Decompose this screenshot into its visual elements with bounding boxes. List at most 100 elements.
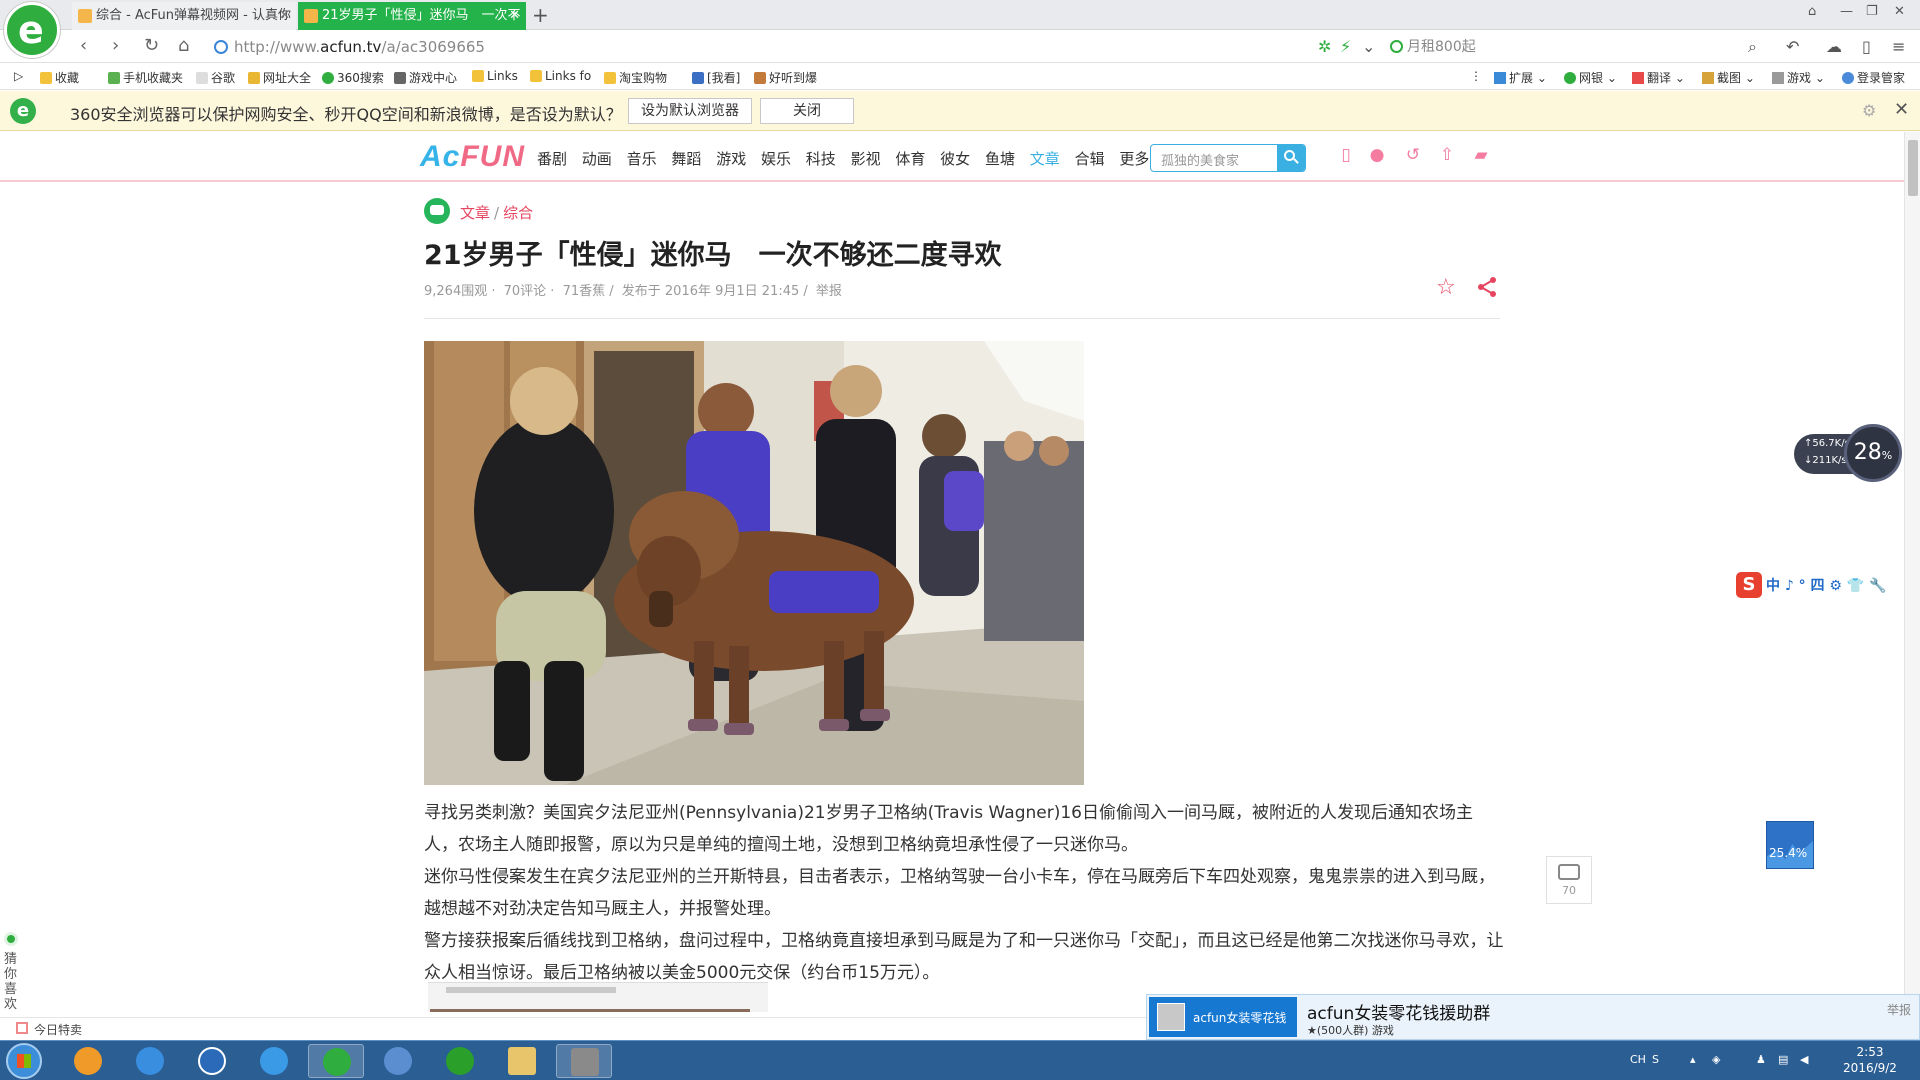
site-search-button[interactable]: [1277, 145, 1305, 171]
acfun-logo[interactable]: AcFUN: [420, 140, 525, 174]
menu-icon[interactable]: ≡: [1892, 37, 1905, 56]
taskbar-app[interactable]: [246, 1044, 302, 1078]
undo-icon[interactable]: ↶: [1786, 37, 1799, 56]
bookmark-item[interactable]: 好听到爆: [754, 69, 817, 86]
article-photo[interactable]: [424, 341, 1084, 785]
recommend-sidebar-tab[interactable]: 猜你喜欢: [4, 932, 26, 1012]
new-tab-button[interactable]: +: [532, 2, 549, 28]
dropdown-chevron-icon[interactable]: ⌄: [1362, 37, 1375, 56]
daily-deals-label[interactable]: 今日特卖: [34, 1021, 82, 1038]
tab-close-icon[interactable]: ✕: [509, 2, 520, 30]
clock[interactable]: 2:53 2016/9/2: [1832, 1044, 1908, 1076]
bookmark-item[interactable]: [我看]: [692, 69, 740, 86]
qq-group-popup[interactable]: acfun女装零花钱 acfun女装零花钱援助群 ★(500人群) 游戏 举报: [1146, 994, 1920, 1040]
nav-item-more[interactable]: 更多: [1119, 150, 1149, 168]
share-icon[interactable]: [1476, 276, 1498, 298]
screenshot-button[interactable]: 截图 ⌄: [1702, 69, 1755, 86]
360-browser-logo-icon[interactable]: e: [4, 2, 60, 58]
nav-item-articles[interactable]: 文章: [1030, 150, 1060, 168]
bookmark-item[interactable]: 360搜索: [322, 69, 384, 86]
more-bookmarks-icon[interactable]: ⋮: [1470, 69, 1482, 83]
upload-icon[interactable]: ⇧: [1438, 146, 1456, 164]
comment-count[interactable]: 70评论 ·: [504, 284, 555, 299]
taskbar-app-qq[interactable]: [556, 1044, 612, 1078]
nav-item-sports[interactable]: 体育: [895, 150, 925, 168]
nav-item-entertainment[interactable]: 娱乐: [761, 150, 791, 168]
report-link[interactable]: 举报: [816, 284, 842, 299]
tab-close-icon[interactable]: ✕: [279, 2, 290, 30]
taskbar-app[interactable]: [370, 1044, 426, 1078]
cloud-icon[interactable]: ☁: [1826, 37, 1842, 56]
sogou-ime-toolbar[interactable]: S中 ♪ ° 四 ⚙ 👕 🔧: [1736, 572, 1887, 600]
security-shield-icon[interactable]: ✲: [1318, 37, 1331, 56]
breadcrumb-articles[interactable]: 文章: [460, 204, 490, 222]
site-search-box[interactable]: 孤独的美食家: [1150, 144, 1306, 172]
history-icon[interactable]: ↺: [1404, 146, 1422, 164]
extension-button[interactable]: 扩展 ⌄: [1494, 69, 1547, 86]
lightning-icon[interactable]: ⚡: [1340, 37, 1351, 56]
taskbar-app[interactable]: [494, 1044, 550, 1078]
tray-expand-icon[interactable]: ▴: [1690, 1053, 1696, 1066]
nav-item-fanju[interactable]: 番剧: [537, 150, 567, 168]
gear-icon[interactable]: ⚙: [1862, 101, 1876, 120]
search-icon[interactable]: ⌕: [1748, 37, 1757, 57]
notice-close-button[interactable]: 关闭: [760, 98, 854, 124]
breadcrumb-general[interactable]: 综合: [503, 204, 533, 222]
taskbar-app[interactable]: [60, 1044, 116, 1078]
minimize-icon[interactable]: —: [1840, 4, 1853, 19]
network-icon[interactable]: ▤: [1778, 1053, 1788, 1066]
bookmark-toggle-icon[interactable]: ▷: [14, 69, 23, 83]
user-icon[interactable]: ●: [1368, 146, 1386, 164]
comment-float-button[interactable]: 70: [1546, 856, 1592, 904]
games-button[interactable]: 游戏 ⌄: [1772, 69, 1825, 86]
bookmark-item[interactable]: 网址大全: [248, 69, 311, 86]
start-button[interactable]: [6, 1043, 42, 1079]
set-default-browser-button[interactable]: 设为默认浏览器: [628, 98, 752, 124]
url-input[interactable]: http://www.acfun.tv/a/ac3069665: [210, 35, 1350, 59]
bookmark-item[interactable]: 谷歌: [196, 69, 235, 86]
phone-icon[interactable]: ▯: [1862, 37, 1871, 56]
network-speed-widget[interactable]: ↑56.7K/s ↓211K/s 28%: [1794, 424, 1902, 482]
group-report-link[interactable]: 举报: [1887, 1001, 1911, 1018]
bookmark-item[interactable]: Links: [472, 69, 518, 83]
forward-icon[interactable]: ›: [112, 35, 119, 56]
nav-item-games[interactable]: 游戏: [716, 150, 746, 168]
bank-button[interactable]: 网银 ⌄: [1564, 69, 1617, 86]
login-manager-button[interactable]: 登录管家: [1842, 69, 1905, 86]
translate-button[interactable]: 翻译 ⌄: [1632, 69, 1685, 86]
nav-item-fishpond[interactable]: 鱼塘: [985, 150, 1015, 168]
taskbar-app[interactable]: [184, 1044, 240, 1078]
nav-item-animation[interactable]: 动画: [582, 150, 612, 168]
bookmark-item[interactable]: 淘宝购物: [604, 69, 667, 86]
taskbar-app[interactable]: [122, 1044, 178, 1078]
favorite-star-icon[interactable]: ☆: [1436, 275, 1456, 300]
bookmark-item[interactable]: Links fo: [530, 69, 591, 83]
bookmark-item[interactable]: 手机收藏夹: [108, 69, 183, 86]
tab-article[interactable]: 21岁男子「性侵」迷你马 一次不 ✕: [298, 2, 526, 30]
taskbar-app-360-browser[interactable]: [308, 1044, 364, 1078]
scrollbar-thumb[interactable]: [1908, 140, 1918, 196]
nav-item-collections[interactable]: 合辑: [1075, 150, 1105, 168]
tray-lang[interactable]: CH: [1630, 1053, 1646, 1066]
search-input[interactable]: 月租800起: [1390, 35, 1770, 59]
bookmark-item[interactable]: 游戏中心: [394, 69, 457, 86]
qq-tray-icon[interactable]: ♟: [1756, 1053, 1766, 1066]
shirt-skin-icon[interactable]: ⌂: [1808, 4, 1816, 19]
nav-item-music[interactable]: 音乐: [627, 150, 657, 168]
mobile-icon[interactable]: ▯: [1337, 146, 1355, 164]
nav-item-dance[interactable]: 舞蹈: [671, 150, 701, 168]
close-window-icon[interactable]: ✕: [1894, 4, 1905, 19]
vertical-scrollbar[interactable]: [1904, 132, 1920, 1017]
bookmark-item[interactable]: 收藏: [40, 69, 79, 86]
volume-icon[interactable]: ◀: [1800, 1053, 1808, 1066]
sogou-tray-icon[interactable]: S: [1652, 1053, 1659, 1066]
restore-icon[interactable]: ❐: [1866, 4, 1878, 19]
shield-icon[interactable]: ◈: [1712, 1053, 1720, 1066]
qq-group-tab[interactable]: acfun女装零花钱: [1149, 997, 1297, 1037]
nav-item-film[interactable]: 影视: [851, 150, 881, 168]
nav-item-kanojo[interactable]: 彼女: [940, 150, 970, 168]
cpu-usage-widget[interactable]: 25.4%: [1766, 821, 1814, 869]
taskbar-app[interactable]: [432, 1044, 488, 1078]
tab-acfun-home[interactable]: 综合 - AcFun弹幕视频网 - 认真你 ✕: [72, 2, 296, 30]
close-icon[interactable]: ✕: [1894, 99, 1909, 120]
